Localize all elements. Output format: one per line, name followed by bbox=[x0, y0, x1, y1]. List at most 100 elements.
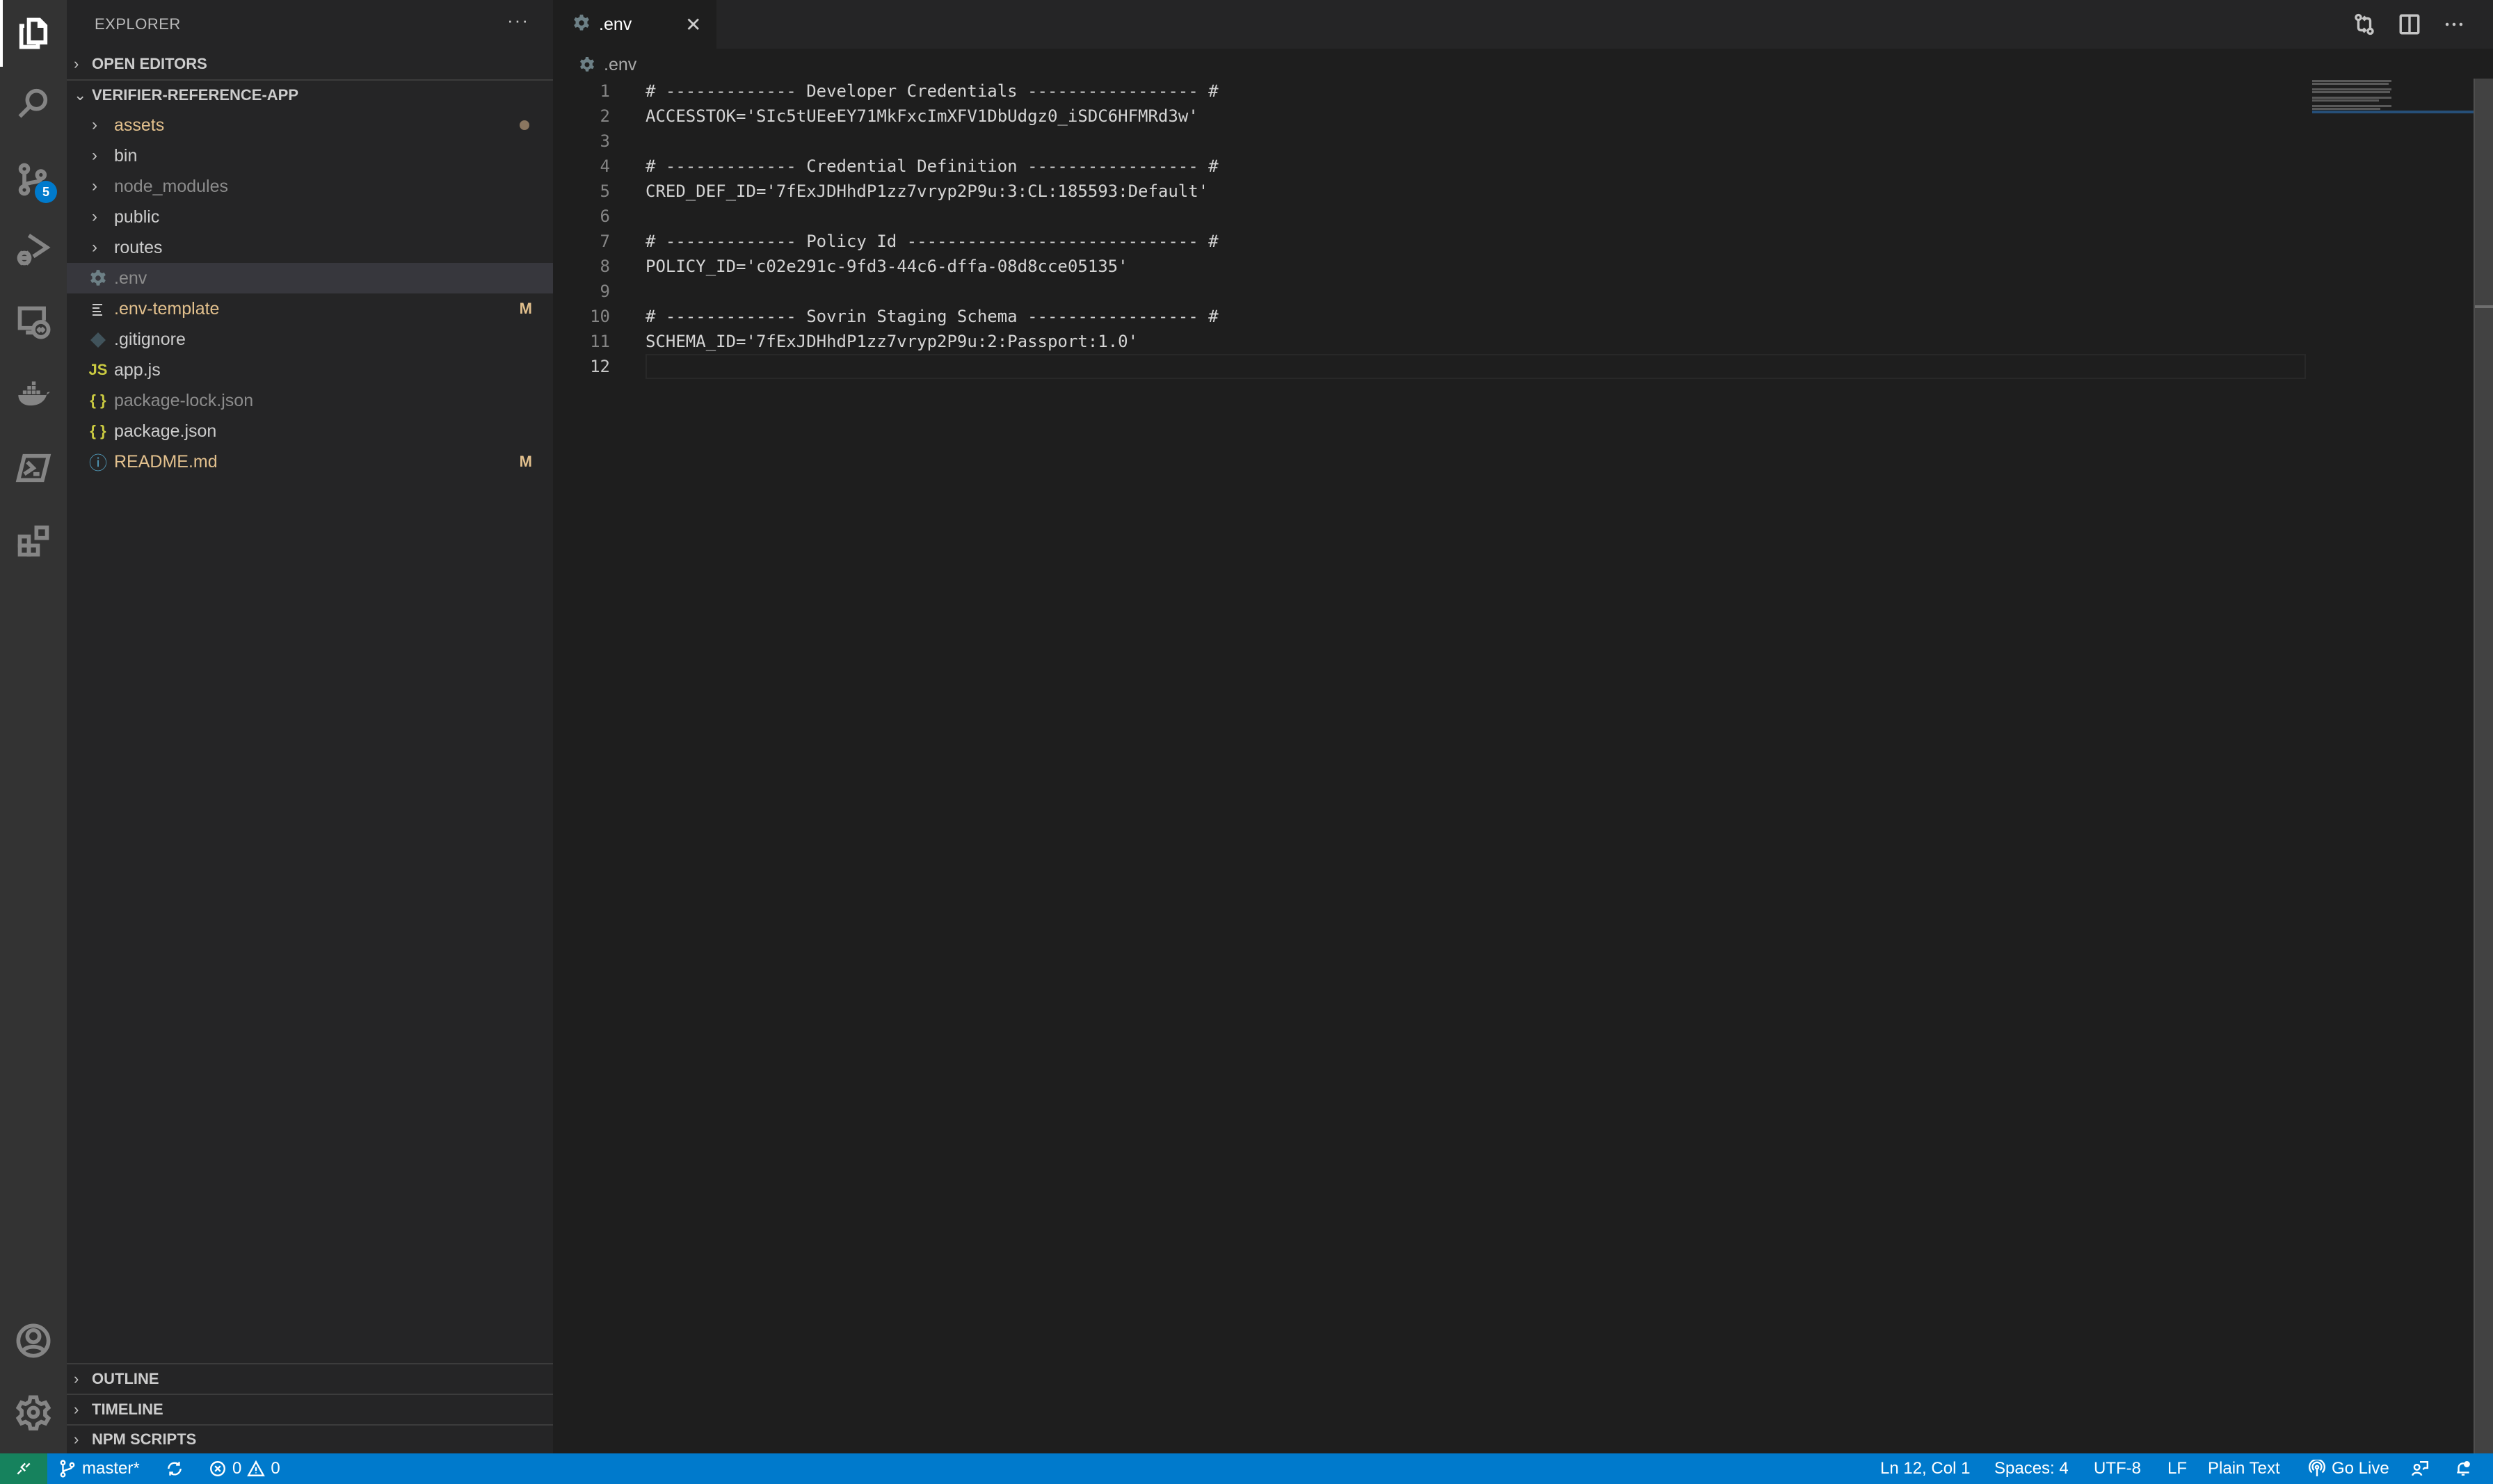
line-number: 5 bbox=[600, 182, 610, 201]
line-number: 4 bbox=[600, 156, 610, 176]
split-editor-button[interactable] bbox=[2394, 8, 2426, 40]
code-text: CRED_DEF_ID='7fExJDHhdP1zz7vryp2P9u:3:CL… bbox=[646, 182, 1209, 201]
split-editor-icon bbox=[2399, 14, 2420, 35]
tab-env[interactable]: .env ✕ bbox=[553, 0, 716, 49]
chevron-right-icon: › bbox=[92, 238, 97, 257]
code-line[interactable]: 12 bbox=[553, 354, 2306, 379]
code-line[interactable]: 3 bbox=[553, 129, 2306, 154]
explorer-more-actions-button[interactable]: ··· bbox=[507, 10, 529, 31]
line-number: 7 bbox=[600, 232, 610, 251]
git-branch-icon bbox=[60, 1460, 75, 1478]
line-number: 6 bbox=[600, 207, 610, 226]
code-line[interactable]: 1 # ------------- Developer Credentials -… bbox=[553, 79, 2306, 104]
tree-item-label: bin bbox=[114, 145, 138, 166]
remote-explorer-icon bbox=[17, 306, 51, 339]
tree-item-label: .gitignore bbox=[114, 329, 186, 349]
chevron-right-icon: › bbox=[74, 1401, 79, 1418]
eol-button[interactable]: LF bbox=[2167, 1453, 2187, 1484]
search-icon bbox=[18, 88, 48, 118]
broadcast-icon bbox=[2308, 1460, 2326, 1476]
info-icon: ⓘ bbox=[88, 452, 107, 474]
feedback-button[interactable] bbox=[2411, 1453, 2429, 1484]
code-line[interactable]: 6 bbox=[553, 204, 2306, 229]
minimap-current-line bbox=[2312, 111, 2474, 113]
tree-file[interactable]: ⓘ README.md M bbox=[67, 446, 553, 477]
branch-button[interactable]: master* bbox=[58, 1453, 140, 1484]
minimap-line bbox=[2312, 83, 2389, 85]
code-line[interactable]: 9 bbox=[553, 279, 2306, 304]
account-icon bbox=[16, 1323, 51, 1358]
powershell-button[interactable] bbox=[0, 435, 67, 501]
open-changes-button[interactable] bbox=[2348, 8, 2380, 40]
line-number: 10 bbox=[590, 307, 610, 326]
code-line[interactable]: 10 # ------------- Sovrin Staging Schema … bbox=[553, 304, 2306, 329]
workspace-folder-section[interactable]: ⌄ VERIFIER-REFERENCE-APP bbox=[67, 79, 553, 110]
section-label: OPEN EDITORS bbox=[92, 55, 207, 72]
tree-folder[interactable]: › bin bbox=[67, 140, 553, 171]
tree-item-label: .env bbox=[114, 268, 147, 288]
run-debug-button[interactable] bbox=[0, 216, 67, 282]
vertical-scrollbar[interactable] bbox=[2474, 79, 2493, 1453]
tree-file[interactable]: .env bbox=[67, 263, 553, 293]
remote-explorer-button[interactable] bbox=[0, 289, 67, 355]
outline-section[interactable]: › OUTLINE bbox=[67, 1363, 553, 1394]
npm-scripts-section[interactable]: › NPM SCRIPTS bbox=[67, 1424, 553, 1453]
gear-icon bbox=[15, 1395, 51, 1430]
minimap-line bbox=[2312, 108, 2380, 110]
cursor-position-button[interactable]: Ln 12, Col 1 bbox=[1880, 1453, 1970, 1484]
sync-button[interactable] bbox=[166, 1453, 184, 1484]
open-editors-section[interactable]: › OPEN EDITORS bbox=[67, 49, 553, 79]
error-icon bbox=[210, 1461, 225, 1476]
more-actions-button[interactable] bbox=[2438, 8, 2470, 40]
run-debug-icon bbox=[17, 234, 51, 266]
minimap-line bbox=[2312, 97, 2391, 99]
extensions-button[interactable] bbox=[0, 508, 67, 574]
bell-icon bbox=[2457, 1461, 2470, 1476]
source-control-button[interactable]: 5 bbox=[0, 146, 67, 213]
tab-close-button[interactable]: ✕ bbox=[685, 13, 701, 36]
code-line[interactable]: 4 # ------------- Credential Definition -… bbox=[553, 154, 2306, 179]
problems-button[interactable]: 0 0 bbox=[209, 1453, 280, 1484]
code-line[interactable]: 7 # ------------- Policy Id -------------… bbox=[553, 229, 2306, 254]
code-line[interactable]: 5 CRED_DEF_ID='7fExJDHhdP1zz7vryp2P9u:3:C… bbox=[553, 179, 2306, 204]
breadcrumb-item[interactable]: .env bbox=[604, 55, 636, 75]
tree-folder[interactable]: › node_modules bbox=[67, 171, 553, 202]
search-button[interactable] bbox=[0, 70, 67, 136]
code-line[interactable]: 8 POLICY_ID='c02e291c-9fd3-44c6-dffa-08d8… bbox=[553, 254, 2306, 279]
remote-indicator-button[interactable] bbox=[0, 1453, 47, 1484]
chevron-down-icon: ⌄ bbox=[74, 86, 87, 104]
tree-file[interactable]: .gitignore bbox=[67, 324, 553, 355]
tree-item-label: package-lock.json bbox=[114, 390, 254, 410]
branch-name: master* bbox=[82, 1459, 140, 1478]
minimap-line bbox=[2312, 105, 2391, 107]
more-actions-icon bbox=[2445, 22, 2463, 26]
git-status-badge: M bbox=[519, 453, 532, 470]
warning-count: 0 bbox=[271, 1459, 280, 1478]
accounts-button[interactable] bbox=[0, 1307, 67, 1374]
minimap[interactable] bbox=[2307, 79, 2474, 218]
code-line[interactable]: 2 ACCESSTOK='SIc5tUEeEY71MkFxcImXFV1DbUdg… bbox=[553, 104, 2306, 129]
docker-button[interactable] bbox=[0, 362, 67, 428]
code-line[interactable]: 11 SCHEMA_ID='7fExJDHhdP1zz7vryp2P9u:2:Pa… bbox=[553, 329, 2306, 354]
tree-folder[interactable]: › routes bbox=[67, 232, 553, 263]
section-label: NPM SCRIPTS bbox=[92, 1430, 197, 1448]
tree-file[interactable]: { } package.json bbox=[67, 416, 553, 446]
notifications-button[interactable] bbox=[2454, 1453, 2472, 1484]
breadcrumb[interactable]: .env bbox=[579, 51, 636, 78]
minimap-line bbox=[2312, 88, 2391, 90]
encoding-button[interactable]: UTF-8 bbox=[2094, 1453, 2141, 1484]
language-mode-button[interactable]: Plain Text bbox=[2208, 1453, 2280, 1484]
tree-item-label: .env-template bbox=[114, 298, 220, 318]
tree-folder[interactable]: › assets bbox=[67, 110, 553, 140]
manage-button[interactable] bbox=[0, 1379, 67, 1446]
code-editor[interactable]: 1 # ------------- Developer Credentials -… bbox=[553, 79, 2306, 379]
tree-folder[interactable]: › public bbox=[67, 202, 553, 232]
line-number: 12 bbox=[590, 357, 610, 376]
tree-file[interactable]: JS app.js bbox=[67, 355, 553, 385]
go-live-button[interactable]: Go Live bbox=[2308, 1453, 2389, 1484]
indentation-button[interactable]: Spaces: 4 bbox=[1994, 1453, 2069, 1484]
timeline-section[interactable]: › TIMELINE bbox=[67, 1394, 553, 1424]
explorer-button[interactable] bbox=[0, 0, 67, 67]
tree-file[interactable]: { } package-lock.json bbox=[67, 385, 553, 416]
tree-file[interactable]: .env-template M bbox=[67, 293, 553, 324]
